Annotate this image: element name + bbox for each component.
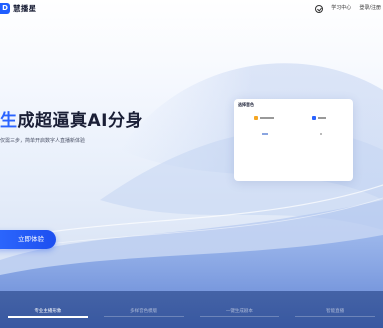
voice-select-card: 选择音色 bbox=[234, 99, 353, 181]
login-register-link[interactable]: 登录/注册 bbox=[359, 4, 381, 13]
logo-icon[interactable]: D bbox=[0, 3, 10, 14]
compass-icon[interactable] bbox=[315, 4, 324, 13]
card-title: 选择音色 bbox=[238, 102, 254, 107]
tab-voice[interactable]: 多样音色模版 bbox=[96, 291, 192, 328]
tab-indicator bbox=[103, 316, 184, 317]
brand-name[interactable]: 慧播星 bbox=[13, 2, 36, 15]
voice-option[interactable] bbox=[320, 133, 322, 135]
hero-title-accent: 生 bbox=[0, 111, 18, 131]
tab-label: 专业主播形象 bbox=[34, 309, 62, 314]
voice-option[interactable] bbox=[254, 116, 274, 120]
tab-indicator bbox=[199, 316, 280, 317]
voice-option[interactable] bbox=[262, 133, 268, 135]
hero-title-rest: 成超逼真AI分身 bbox=[17, 111, 143, 131]
feature-tabs: 专业主播形象 多样音色模版 一键生成剧本 智能直播 bbox=[0, 291, 383, 328]
tab-label: 一键生成剧本 bbox=[225, 309, 253, 314]
hero-subtitle: 仅需三步，简单开启数字人直播新体验 bbox=[0, 138, 86, 144]
voice-option-label bbox=[318, 117, 326, 119]
hero-title: 生成超逼真AI分身 bbox=[0, 106, 143, 131]
avatar-icon bbox=[312, 116, 316, 120]
avatar-icon bbox=[254, 116, 258, 120]
tab-label: 智能直播 bbox=[326, 309, 345, 314]
header-nav: 学习中心 登录/注册 bbox=[315, 4, 381, 13]
tab-script[interactable]: 一键生成剧本 bbox=[192, 291, 288, 328]
tab-indicator bbox=[8, 316, 88, 318]
tab-indicator bbox=[295, 316, 375, 317]
voice-option-label bbox=[260, 117, 274, 119]
voice-option-label bbox=[262, 133, 268, 135]
voice-option-label bbox=[320, 133, 322, 135]
tab-avatar[interactable]: 专业主播形象 bbox=[0, 291, 96, 328]
try-now-button[interactable]: 立即体验 bbox=[0, 230, 56, 249]
tab-live[interactable]: 智能直播 bbox=[287, 291, 383, 328]
voice-option[interactable] bbox=[312, 116, 326, 120]
top-header: D 慧播星 学习中心 登录/注册 bbox=[0, 0, 383, 18]
tab-label: 多样音色模版 bbox=[130, 309, 158, 314]
learning-center-link[interactable]: 学习中心 bbox=[331, 4, 351, 13]
